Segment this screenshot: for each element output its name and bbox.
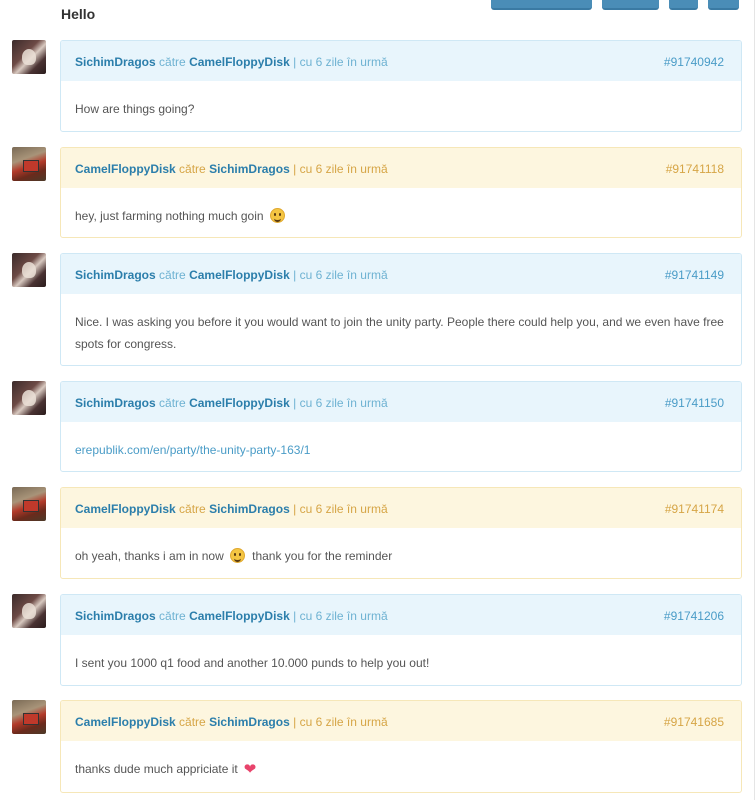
message-id[interactable]: #91741150 [665, 396, 724, 410]
toolbar-button-small-2[interactable] [708, 0, 739, 10]
sender-name[interactable]: SichimDragos [75, 396, 156, 410]
avatar[interactable] [12, 700, 46, 734]
message-id[interactable]: #91741118 [666, 162, 724, 176]
message-card: CamelFloppyDisk către SichimDragos | cu … [60, 147, 742, 238]
avatar[interactable] [12, 40, 46, 74]
connector-text: către [159, 609, 186, 623]
message-body: hey, just farming nothing much goin [61, 188, 741, 237]
timestamp: | cu 6 zile în urmă [293, 609, 388, 623]
message-text: How are things going? [75, 102, 195, 116]
message-body: thanks dude much appriciate it ❤ [61, 741, 741, 792]
message-id[interactable]: #91741149 [665, 268, 724, 282]
smiling-face-emoji-icon [269, 208, 285, 223]
timestamp: | cu 6 zile în urmă [293, 55, 388, 69]
message-card: SichimDragos către CamelFloppyDisk | cu … [60, 381, 742, 472]
message-header: SichimDragos către CamelFloppyDisk | cu … [61, 41, 741, 81]
heart-emoji-icon: ❤ [243, 761, 257, 778]
connector-text: către [159, 55, 186, 69]
message-text: Nice. I was asking you before it you wou… [75, 315, 724, 351]
toolbar-button-small-1[interactable] [669, 0, 698, 10]
avatar[interactable] [12, 147, 46, 181]
recipient-name[interactable]: SichimDragos [209, 715, 290, 729]
toolbar-button-action[interactable] [602, 0, 659, 10]
connector-text: către [179, 162, 206, 176]
smiling-face-emoji-icon [229, 548, 245, 563]
timestamp: | cu 6 zile în urmă [293, 162, 388, 176]
message-header: CamelFloppyDisk către SichimDragos | cu … [61, 148, 741, 188]
message-header: CamelFloppyDisk către SichimDragos | cu … [61, 488, 741, 528]
message-body: erepublik.com/en/party/the-unity-party-1… [61, 422, 741, 471]
message-text-after: thank you for the reminder [252, 549, 393, 563]
toolbar-button-reply[interactable] [491, 0, 592, 10]
recipient-name[interactable]: SichimDragos [209, 162, 290, 176]
message-text: I sent you 1000 q1 food and another 10.0… [75, 656, 430, 670]
sender-name[interactable]: CamelFloppyDisk [75, 162, 176, 176]
timestamp: | cu 6 zile în urmă [293, 396, 388, 410]
message-header: SichimDragos către CamelFloppyDisk | cu … [61, 254, 741, 294]
avatar[interactable] [12, 594, 46, 628]
connector-text: către [179, 715, 206, 729]
message-id[interactable]: #91740942 [664, 55, 724, 69]
connector-text: către [159, 268, 186, 282]
message-card: CamelFloppyDisk către SichimDragos | cu … [60, 487, 742, 579]
message-text: hey, just farming nothing much goin [75, 209, 264, 223]
message-text: oh yeah, thanks i am in now [75, 549, 224, 563]
connector-text: către [159, 396, 186, 410]
message-body: oh yeah, thanks i am in now thank you fo… [61, 528, 741, 578]
connector-text: către [179, 502, 206, 516]
message-header: CamelFloppyDisk către SichimDragos | cu … [61, 701, 741, 741]
message-id[interactable]: #91741206 [664, 609, 724, 623]
message-header: SichimDragos către CamelFloppyDisk | cu … [61, 382, 741, 422]
message-card: CamelFloppyDisk către SichimDragos | cu … [60, 700, 742, 793]
message-body: How are things going? [61, 81, 741, 131]
message-id[interactable]: #91741685 [664, 715, 724, 729]
message-body: I sent you 1000 q1 food and another 10.0… [61, 635, 741, 685]
timestamp: | cu 6 zile în urmă [293, 268, 388, 282]
timestamp: | cu 6 zile în urmă [293, 502, 388, 516]
page-title: Hello [61, 6, 96, 22]
timestamp: | cu 6 zile în urmă [293, 715, 388, 729]
sender-name[interactable]: SichimDragos [75, 609, 156, 623]
message-card: SichimDragos către CamelFloppyDisk | cu … [60, 253, 742, 366]
message-link[interactable]: erepublik.com/en/party/the-unity-party-1… [75, 443, 310, 457]
message-id[interactable]: #91741174 [665, 502, 724, 516]
message-body: Nice. I was asking you before it you wou… [61, 294, 741, 365]
message-card: SichimDragos către CamelFloppyDisk | cu … [60, 594, 742, 686]
avatar[interactable] [12, 381, 46, 415]
recipient-name[interactable]: CamelFloppyDisk [189, 396, 290, 410]
recipient-name[interactable]: CamelFloppyDisk [189, 268, 290, 282]
message-text: thanks dude much appriciate it [75, 762, 238, 776]
sender-name[interactable]: CamelFloppyDisk [75, 715, 176, 729]
avatar[interactable] [12, 487, 46, 521]
recipient-name[interactable]: SichimDragos [209, 502, 290, 516]
sender-name[interactable]: CamelFloppyDisk [75, 502, 176, 516]
recipient-name[interactable]: CamelFloppyDisk [189, 55, 290, 69]
sender-name[interactable]: SichimDragos [75, 268, 156, 282]
message-header: SichimDragos către CamelFloppyDisk | cu … [61, 595, 741, 635]
message-card: SichimDragos către CamelFloppyDisk | cu … [60, 40, 742, 132]
avatar[interactable] [12, 253, 46, 287]
recipient-name[interactable]: CamelFloppyDisk [189, 609, 290, 623]
sender-name[interactable]: SichimDragos [75, 55, 156, 69]
